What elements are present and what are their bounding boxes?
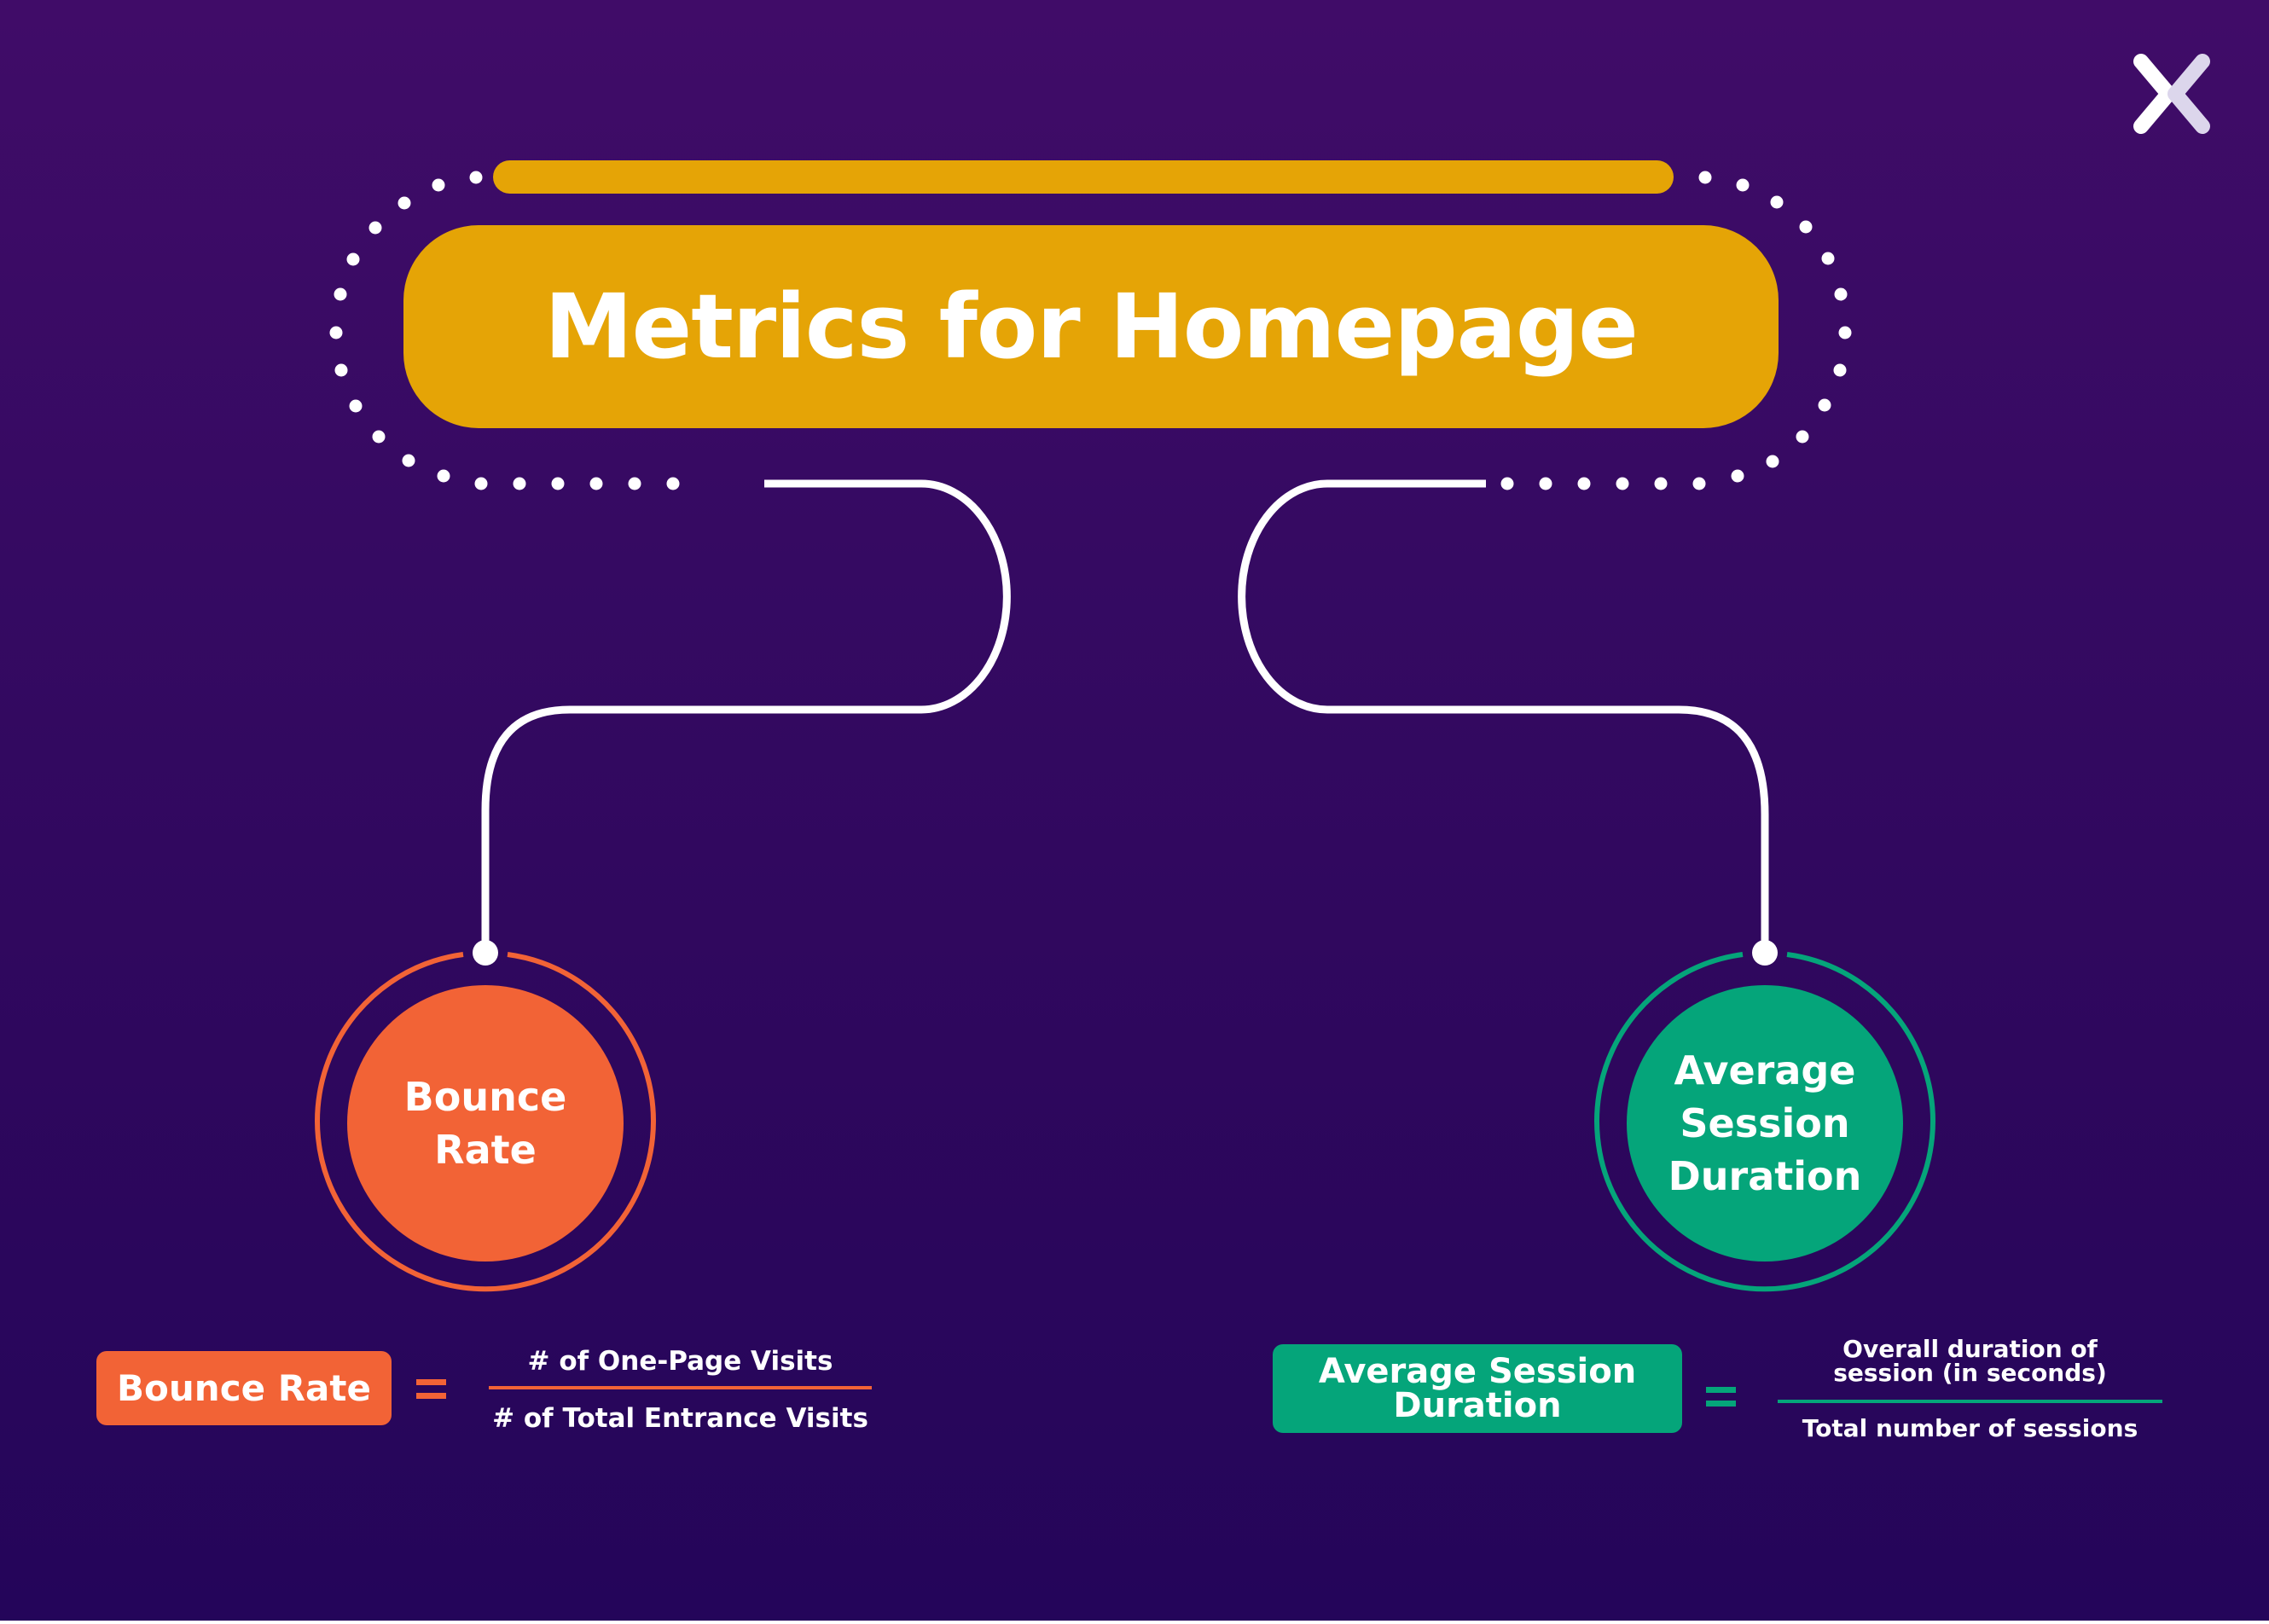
asd-fraction-line: [1778, 1400, 2162, 1403]
frame-dot: [1818, 398, 1831, 412]
frame-dot: [1770, 195, 1784, 209]
frame-dot: [469, 171, 483, 184]
session-circle-line: Average: [1674, 1047, 1856, 1093]
asd-numerator-line: session (in seconds): [1833, 1359, 2107, 1387]
connector-right: [1238, 479, 1769, 953]
connector-left: [481, 479, 1011, 953]
bounce-denominator: # of Total Entrance Visits: [492, 1403, 868, 1434]
asd-equals-sign: [1706, 1387, 1736, 1406]
frame-dot: [1796, 430, 1809, 444]
asd-denominator: Total number of sessions: [1802, 1414, 2138, 1442]
frame-dot: [1616, 477, 1629, 490]
frame-dot: [334, 363, 348, 377]
title-accent-bar: [493, 160, 1674, 194]
frame-dot: [1692, 477, 1706, 490]
asd-numerator-line: Overall duration of: [1842, 1335, 2098, 1363]
connector-left-dot: [473, 940, 498, 966]
frame-dot: [346, 252, 360, 266]
session-circle-label: Average Session Duration: [1627, 985, 1903, 1262]
frame-dot: [372, 430, 386, 444]
bounce-equals-sign: [416, 1379, 446, 1399]
frame-dot: [368, 221, 382, 235]
frame-dot: [1799, 220, 1813, 234]
frame-dot: [513, 477, 526, 490]
infographic-canvas: Metrics for Homepage Bounce Rate Average…: [0, 0, 2269, 1621]
session-circle-line: Duration: [1668, 1153, 1862, 1199]
average-session-duration-badge: Average Session Duration: [1273, 1344, 1682, 1433]
frame-dot: [1821, 252, 1835, 265]
frame-dot: [329, 326, 343, 339]
frame-dot: [432, 178, 445, 192]
asd-numerator: Overall duration of session (in seconds): [1778, 1337, 2162, 1385]
frame-dot: [1577, 477, 1591, 490]
bounce-circle-label: Bounce Rate: [347, 985, 624, 1262]
bounce-circle-line: Rate: [434, 1127, 537, 1173]
frame-dot: [1766, 455, 1779, 468]
frame-dot: [334, 287, 347, 301]
bounce-numerator: # of One-Page Visits: [527, 1346, 833, 1377]
frame-dot: [474, 477, 488, 490]
bounce-rate-badge: Bounce Rate: [96, 1351, 392, 1425]
connector-right-dot: [1752, 940, 1778, 966]
frame-dot: [628, 477, 641, 490]
frame-dot: [589, 477, 603, 490]
frame-dot: [437, 469, 450, 483]
frame-dot: [666, 477, 680, 490]
frame-dot: [1838, 326, 1852, 339]
frame-dot: [349, 399, 363, 413]
session-circle-line: Session: [1680, 1100, 1850, 1146]
frame-dot: [1833, 363, 1847, 377]
frame-dot: [402, 454, 415, 467]
frame-dot: [1834, 287, 1848, 301]
frame-dot: [398, 196, 411, 210]
x-chevrons-logo-icon: [2133, 54, 2210, 134]
frame-dot: [1731, 469, 1744, 483]
frame-dot: [551, 477, 565, 490]
bounce-circle-line: Bounce: [403, 1074, 567, 1120]
frame-dot: [1654, 477, 1668, 490]
frame-dot: [1698, 171, 1712, 184]
frame-dot: [1539, 477, 1552, 490]
bounce-fraction-line: [489, 1386, 872, 1389]
page-title: Metrics for Homepage: [544, 275, 1639, 379]
frame-dot: [1736, 178, 1750, 192]
frame-dot: [1500, 477, 1514, 490]
asd-badge-line: Average Session: [1318, 1352, 1637, 1391]
asd-badge-line: Duration: [1393, 1386, 1562, 1425]
